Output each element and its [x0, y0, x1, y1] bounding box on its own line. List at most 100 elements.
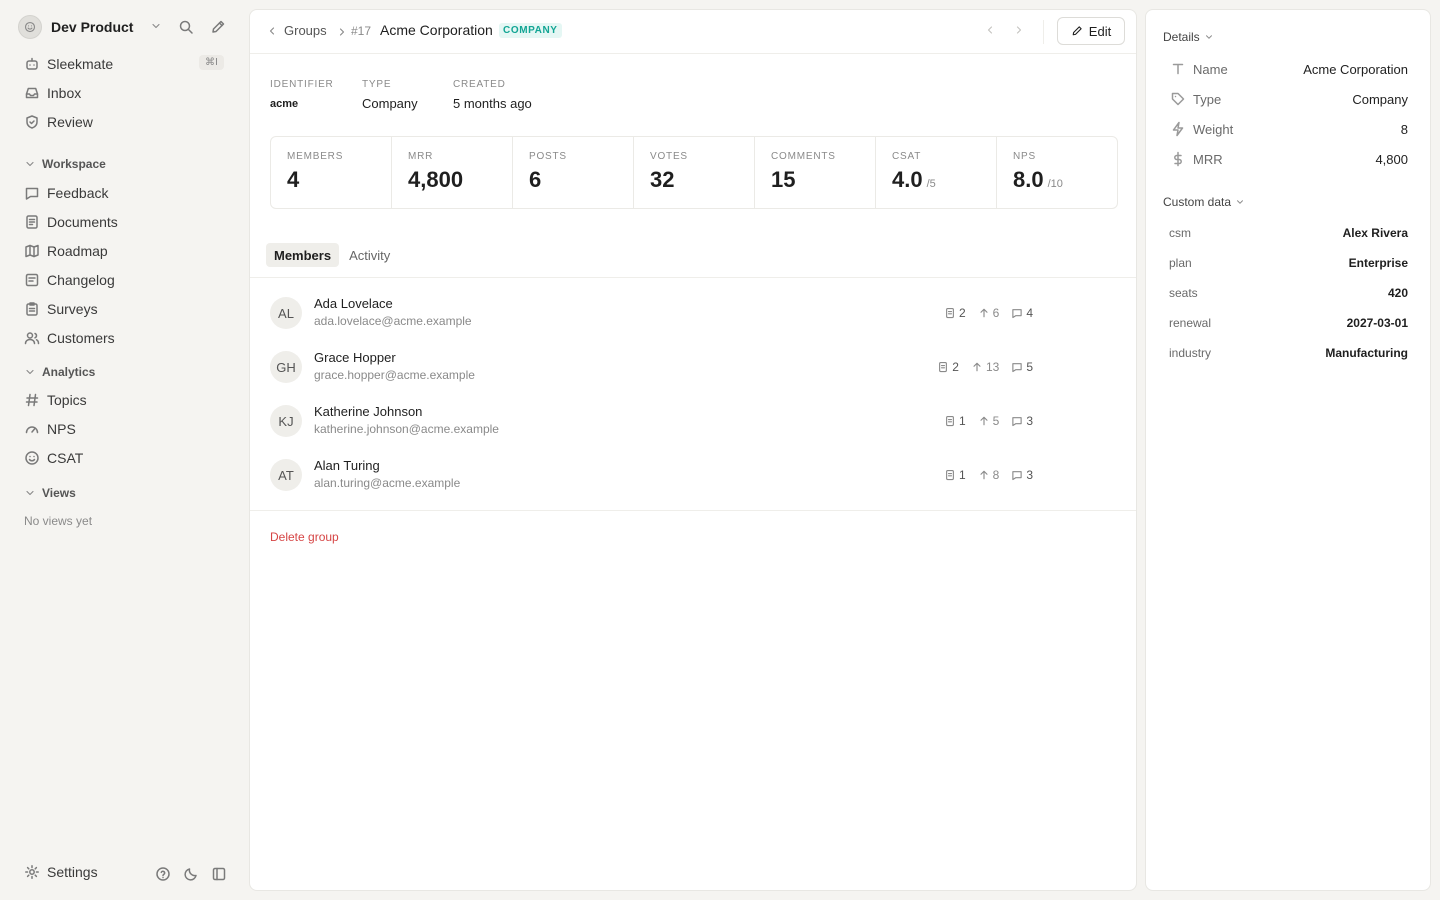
tag-icon — [1170, 91, 1186, 107]
avatar: AL — [270, 297, 302, 329]
page-title: Acme Corporation — [380, 22, 493, 38]
avatar: AT — [270, 459, 302, 491]
stat-value: 4 — [287, 167, 300, 192]
posts-value: 2 — [952, 360, 959, 374]
section-analytics-toggle[interactable]: Analytics — [24, 363, 95, 381]
bolt-icon — [1170, 121, 1186, 137]
posts-count: 1 — [944, 414, 966, 428]
hash-icon — [24, 392, 40, 408]
section-label: Custom data — [1163, 195, 1232, 209]
custom-row-plan[interactable]: plan Enterprise — [1169, 256, 1408, 272]
tab-activity[interactable]: Activity — [341, 243, 398, 267]
divider — [1043, 20, 1044, 44]
custom-row-industry[interactable]: industry Manufacturing — [1169, 346, 1408, 362]
sidebar-item-nps[interactable]: NPS — [24, 418, 224, 440]
sidebar-item-documents[interactable]: Documents — [24, 211, 224, 233]
arrow-up-icon — [971, 361, 983, 373]
divider — [250, 510, 1136, 511]
votes-count: 6 — [978, 306, 999, 320]
smile-icon — [24, 21, 36, 33]
stat-value: 4,800 — [408, 167, 464, 192]
views-empty-text: No views yet — [24, 514, 93, 528]
member-counts: 2 6 4 — [932, 306, 1033, 320]
detail-value: 8 — [1400, 121, 1408, 137]
comment-icon — [1011, 469, 1023, 481]
detail-row-name[interactable]: Name Acme Corporation — [1170, 60, 1408, 78]
chevron-down-icon[interactable] — [150, 20, 162, 32]
sidebar-item-topics[interactable]: Topics — [24, 389, 224, 411]
help-icon[interactable] — [155, 866, 171, 882]
arrow-up-icon — [978, 307, 990, 319]
sidebar-item-review[interactable]: Review — [24, 111, 224, 133]
sidebar-item-csat[interactable]: CSAT — [24, 447, 224, 469]
comments-value: 5 — [1026, 360, 1033, 374]
sidebar-item-sleekmate[interactable]: Sleekmate ⌘I — [24, 53, 224, 75]
section-workspace-toggle[interactable]: Workspace — [24, 155, 106, 173]
detail-row-weight[interactable]: Weight 8 — [1170, 120, 1408, 138]
member-email: katherine.johnson@acme.example — [314, 422, 499, 436]
sidebar-item-changelog[interactable]: Changelog — [24, 269, 224, 291]
sidebar-toggle-icon[interactable] — [211, 866, 227, 882]
workspace-switcher[interactable]: Dev Product — [18, 14, 232, 40]
stat-value: 32 — [650, 167, 675, 192]
chevron-right-icon[interactable] — [1013, 24, 1025, 36]
section-views-toggle[interactable]: Views — [24, 484, 76, 502]
stat-suffix: /10 — [1047, 178, 1063, 190]
member-row[interactable]: KJ Katherine Johnson katherine.johnson@a… — [270, 401, 1118, 445]
compose-icon[interactable] — [210, 19, 226, 35]
chevron-left-icon[interactable] — [984, 24, 996, 36]
comments-value: 4 — [1026, 306, 1033, 320]
document-icon — [944, 469, 956, 481]
sidebar-item-label: Customers — [47, 330, 115, 346]
avatar: KJ — [270, 405, 302, 437]
member-row[interactable]: AT Alan Turing alan.turing@acme.example … — [270, 455, 1118, 499]
member-email: ada.lovelace@acme.example — [314, 314, 472, 328]
custom-row-seats[interactable]: seats 420 — [1169, 286, 1408, 302]
sidebar-item-inbox[interactable]: Inbox — [24, 82, 224, 104]
posts-value: 2 — [958, 306, 966, 320]
sidebar-item-surveys[interactable]: Surveys — [24, 298, 224, 320]
details-section-toggle[interactable]: Details — [1163, 30, 1214, 44]
breadcrumb-groups-link[interactable]: Groups — [266, 23, 327, 38]
member-counts: 1 8 3 — [932, 468, 1033, 482]
document-icon — [944, 307, 956, 319]
detail-row-type[interactable]: Type Company — [1170, 90, 1408, 108]
custom-key: seats — [1169, 286, 1198, 300]
settings-link[interactable]: Settings — [24, 864, 98, 880]
custom-key: csm — [1169, 226, 1191, 240]
member-row[interactable]: AL Ada Lovelace ada.lovelace@acme.exampl… — [270, 293, 1118, 337]
stat-label: NPS — [1013, 151, 1036, 162]
sidebar-item-roadmap[interactable]: Roadmap — [24, 240, 224, 262]
tab-bar: Members Activity — [266, 243, 398, 267]
meta-created: CREATED 5 months ago — [453, 79, 532, 111]
arrow-up-icon — [978, 469, 990, 481]
sidebar-item-label: Topics — [47, 392, 87, 408]
custom-row-csm[interactable]: csm Alex Rivera — [1169, 226, 1408, 242]
edit-button[interactable]: Edit — [1057, 17, 1125, 45]
stat-value: 6 — [529, 167, 542, 192]
detail-key: MRR — [1193, 151, 1223, 167]
bot-icon — [24, 56, 40, 72]
sidebar-item-feedback[interactable]: Feedback — [24, 182, 224, 204]
sidebar-item-label: CSAT — [47, 450, 84, 466]
detail-key: Name — [1193, 61, 1228, 77]
member-row[interactable]: GH Grace Hopper grace.hopper@acme.exampl… — [270, 347, 1118, 391]
tab-members[interactable]: Members — [266, 243, 340, 267]
map-icon — [24, 243, 40, 259]
member-name: Grace Hopper — [314, 350, 396, 365]
votes-count: 13 — [971, 360, 999, 374]
votes-value: 13 — [985, 360, 1000, 374]
stat-label: MRR — [408, 151, 434, 162]
stat-label: POSTS — [529, 151, 567, 162]
custom-data-section-toggle[interactable]: Custom data — [1163, 195, 1245, 209]
sidebar-item-customers[interactable]: Customers — [24, 327, 224, 349]
search-icon[interactable] — [178, 19, 194, 35]
workspace-name: Dev Product — [51, 19, 134, 35]
moon-icon[interactable] — [183, 866, 199, 882]
type-badge: COMPANY — [499, 23, 562, 38]
custom-value: 2027-03-01 — [1346, 316, 1408, 330]
delete-group-link[interactable]: Delete group — [270, 530, 339, 544]
chevron-down-icon — [24, 366, 36, 378]
custom-row-renewal[interactable]: renewal 2027-03-01 — [1169, 316, 1408, 332]
detail-row-mrr[interactable]: MRR 4,800 — [1170, 150, 1408, 168]
